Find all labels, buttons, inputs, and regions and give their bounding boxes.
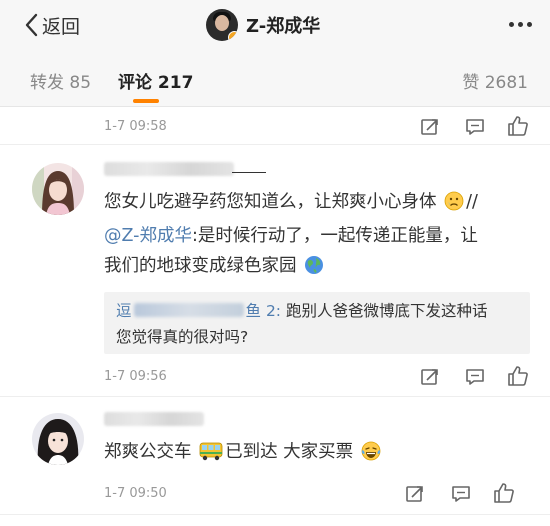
name-underline (232, 172, 266, 173)
earth-globe-icon (304, 255, 324, 285)
comment-text-line-1: 郑爽公交车 (104, 442, 192, 462)
author-name: Z-郑成华 (246, 16, 321, 37)
comment-timestamp: 1-7 09:50 (104, 486, 167, 501)
commenter-name-blurred[interactable] (104, 162, 234, 176)
comment-text: 郑爽公交车 已到达 大家买票 (104, 437, 534, 471)
top-nav-bar: 返回 Z-郑成华 (0, 0, 550, 50)
quoted-reply[interactable]: 逗 鱼 2: 跑别人爸爸微博底下发这种话 您觉得真的很对吗? (104, 292, 530, 354)
laughing-tears-icon (361, 441, 381, 471)
reply-author-prefix[interactable]: 逗 (116, 302, 132, 320)
comment-text: 您女儿吃避孕药您知道么，让郑爽小心身体 // @Z-郑成华:是时候行动了，一起传… (104, 187, 534, 285)
mention-link[interactable]: @Z-郑成华 (104, 226, 192, 246)
comment-text-line-2: :是时候行动了，一起传递正能量，让 (192, 226, 478, 246)
tab-repost-label: 转发 (30, 73, 64, 93)
active-tab-indicator (133, 99, 159, 103)
reply-author-blurred (133, 303, 244, 317)
divider (0, 144, 550, 145)
tab-bar: 转发 85 评论 217 赞 2681 (0, 50, 550, 107)
tab-comments[interactable]: 评论 217 (118, 68, 193, 93)
tab-comments-label: 评论 (118, 73, 152, 93)
reply-line-1: 逗 鱼 2: 跑别人爸爸微博底下发这种话 (116, 299, 487, 321)
reply-text-1: 跑别人爸爸微博底下发这种话 (281, 302, 488, 320)
commenter-avatar[interactable] (32, 413, 84, 465)
tab-repost-count: 85 (69, 73, 92, 93)
back-label: 返回 (42, 15, 81, 38)
comment-text-line-1: 您女儿吃避孕药您知道么，让郑爽小心身体 (104, 192, 437, 212)
divider (0, 514, 550, 515)
tab-likes-count: 2681 (484, 73, 528, 93)
back-button[interactable]: 返回 (24, 10, 80, 40)
reply-author-suffix[interactable]: 鱼 2: (246, 302, 282, 320)
commenter-avatar[interactable] (32, 163, 84, 215)
bus-icon (199, 441, 223, 471)
comment-text-line-2: 已到达 大家买票 (225, 442, 354, 462)
chevron-left-icon (25, 13, 38, 37)
like-icon[interactable] (507, 365, 529, 387)
author-avatar[interactable] (206, 9, 238, 41)
comment-timestamp: 1-7 09:58 (104, 119, 167, 134)
divider (0, 396, 550, 397)
page-title: Z-郑成华 (206, 8, 320, 42)
like-icon[interactable] (493, 482, 515, 504)
comment-text-line-3: 我们的地球变成绿色家园 (104, 256, 297, 276)
commenter-name-blurred[interactable] (104, 412, 204, 426)
comment-icon[interactable] (451, 484, 471, 504)
comment-timestamp: 1-7 09:56 (104, 369, 167, 384)
tab-likes-label: 赞 (462, 73, 480, 93)
tab-comments-count: 217 (157, 73, 194, 93)
repost-icon[interactable] (420, 367, 440, 387)
repost-icon[interactable] (420, 117, 440, 137)
comment-icon[interactable] (465, 367, 485, 387)
reply-line-2: 您觉得真的很对吗? (116, 328, 249, 346)
comment-text-separator: // (466, 192, 478, 212)
repost-icon[interactable] (405, 484, 425, 504)
tab-repost[interactable]: 转发 85 (30, 68, 91, 93)
more-options-icon[interactable] (509, 22, 532, 27)
sad-face-icon (444, 191, 464, 221)
like-icon[interactable] (507, 115, 529, 137)
tab-likes[interactable]: 赞 2681 (462, 68, 528, 93)
comment-icon[interactable] (465, 117, 485, 137)
verified-badge-icon (228, 31, 238, 41)
